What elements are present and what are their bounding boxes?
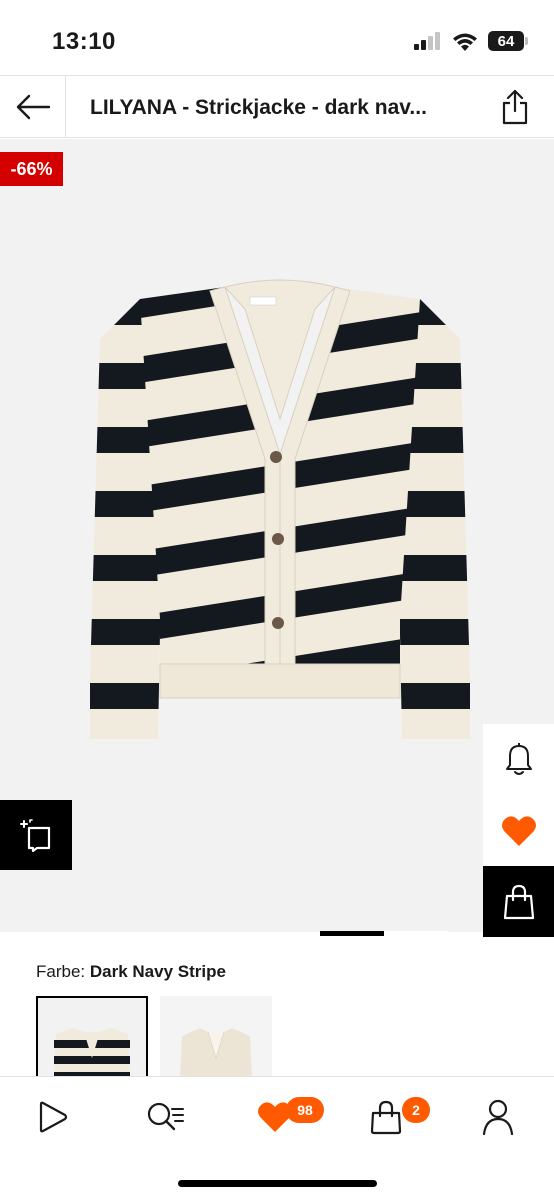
bell-icon: [505, 742, 532, 775]
wifi-icon: [453, 33, 477, 51]
wishlist-count-badge: 98: [286, 1097, 324, 1123]
home-indicator: [178, 1180, 377, 1187]
product-image-carousel[interactable]: -66%: [0, 139, 554, 937]
battery-level: 64: [488, 31, 524, 51]
find-similar-button[interactable]: [0, 800, 72, 870]
carousel-dot-active: [320, 931, 384, 936]
battery-tip: [525, 37, 528, 45]
status-icons: 64: [414, 31, 528, 51]
side-actions: [483, 724, 554, 937]
status-time: 13:10: [52, 28, 116, 55]
user-icon: [482, 1099, 514, 1135]
color-value: Dark Navy Stripe: [89, 962, 226, 981]
page-title: LILYANA - Strickjacke - dark nav...: [90, 96, 427, 119]
shopping-bag-icon: [370, 1100, 402, 1135]
color-swatches: [36, 996, 272, 1078]
product-image[interactable]: [80, 279, 480, 799]
wishlist-button[interactable]: [483, 795, 554, 866]
nav-home[interactable]: [22, 1095, 82, 1139]
share-button[interactable]: [498, 87, 532, 127]
heart-filled-icon: [501, 815, 536, 846]
price-alert-button[interactable]: [483, 724, 554, 795]
status-bar: 13:10 64: [0, 0, 554, 76]
carousel-dot: [384, 931, 448, 936]
shopping-bag-icon: [503, 884, 534, 919]
arrow-left-icon: [16, 94, 50, 119]
back-button[interactable]: [0, 76, 66, 137]
cellular-signal-icon: [414, 32, 440, 50]
color-swatch-cream[interactable]: [160, 996, 272, 1078]
search-list-icon: [147, 1102, 184, 1131]
swatch-thumbnail: [160, 996, 272, 1078]
product-header: LILYANA - Strickjacke - dark nav...: [0, 75, 554, 138]
add-to-bag-button[interactable]: [483, 866, 554, 937]
battery-indicator: 64: [488, 31, 528, 51]
color-label: Farbe:: [36, 962, 86, 981]
find-similar-icon: [20, 819, 51, 852]
carousel-indicator: [320, 931, 448, 936]
discount-badge: -66%: [0, 152, 63, 186]
color-info: Farbe: Dark Navy Stripe: [36, 962, 226, 982]
color-swatch-dark-navy-stripe[interactable]: [36, 996, 148, 1078]
cart-count-badge: 2: [402, 1097, 430, 1123]
share-icon: [502, 89, 528, 125]
nav-search[interactable]: [135, 1095, 195, 1139]
nav-account[interactable]: [468, 1095, 528, 1139]
swatch-thumbnail: [38, 998, 146, 1076]
home-play-icon: [39, 1101, 68, 1133]
